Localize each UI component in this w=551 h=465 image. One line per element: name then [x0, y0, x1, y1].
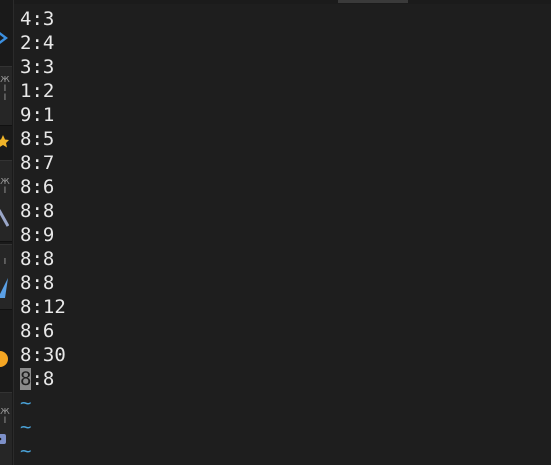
star-icon[interactable]: [0, 134, 9, 148]
tool-icon[interactable]: [0, 208, 9, 228]
text-line: 8:12: [20, 296, 66, 318]
dock-slot-4-glyph: ЖΙ: [0, 408, 10, 426]
paper-plane-icon[interactable]: [0, 276, 9, 300]
text-line: 8:8: [20, 248, 55, 270]
text-line: 8:5: [20, 128, 55, 150]
current-line[interactable]: 8:8: [20, 367, 66, 391]
dock-slot-3-glyph: Ι: [3, 258, 7, 267]
dock-slot-2[interactable]: [0, 160, 12, 242]
tab-edge: [338, 0, 408, 3]
dock-slot-2-glyph: ЖΙ: [0, 178, 10, 196]
terminal-screen: ЖΙΙ ЖΙ Ι ЖΙ 4:3 2:4 3:3 1:2 9:1 8:5 8:7 8:6 8:8 8…: [0, 0, 551, 465]
text-cursor: 8: [20, 368, 32, 390]
editor-buffer[interactable]: 4:3 2:4 3:3 1:2 9:1 8:5 8:7 8:6 8:8 8:9 8:8 8:8 8:12…: [20, 7, 66, 463]
empty-line-marker: ~: [20, 416, 32, 438]
top-strip: [0, 0, 551, 4]
text-line: 8:9: [20, 224, 55, 246]
text-line: 9:1: [20, 104, 55, 126]
dock-slot-4[interactable]: [0, 392, 12, 465]
dock-slot-1-glyph: ЖΙΙ: [0, 76, 10, 103]
text-lines: 4:3 2:4 3:3 1:2 9:1 8:5 8:7 8:6 8:8 8:9 8:8 8:8 8:12…: [20, 7, 66, 367]
current-line-rest: :8: [31, 368, 55, 390]
robot-icon[interactable]: [0, 430, 9, 448]
text-line: 1:2: [20, 80, 55, 102]
text-line: 3:3: [20, 56, 55, 78]
text-line: 8:6: [20, 320, 55, 342]
text-line: 8:8: [20, 200, 55, 222]
circle-icon[interactable]: [0, 348, 9, 370]
text-line: 8:7: [20, 152, 55, 174]
text-line: 8:30: [20, 344, 66, 366]
text-line: 2:4: [20, 32, 55, 54]
empty-line-marker: ~: [20, 440, 32, 462]
text-line: 8:6: [20, 176, 55, 198]
side-dock: ЖΙΙ ЖΙ Ι ЖΙ: [0, 0, 14, 465]
text-line: 8:8: [20, 272, 55, 294]
chevron-right-icon[interactable]: [0, 30, 9, 46]
text-line: 4:3: [20, 8, 55, 30]
empty-line-marker: ~: [20, 392, 32, 414]
